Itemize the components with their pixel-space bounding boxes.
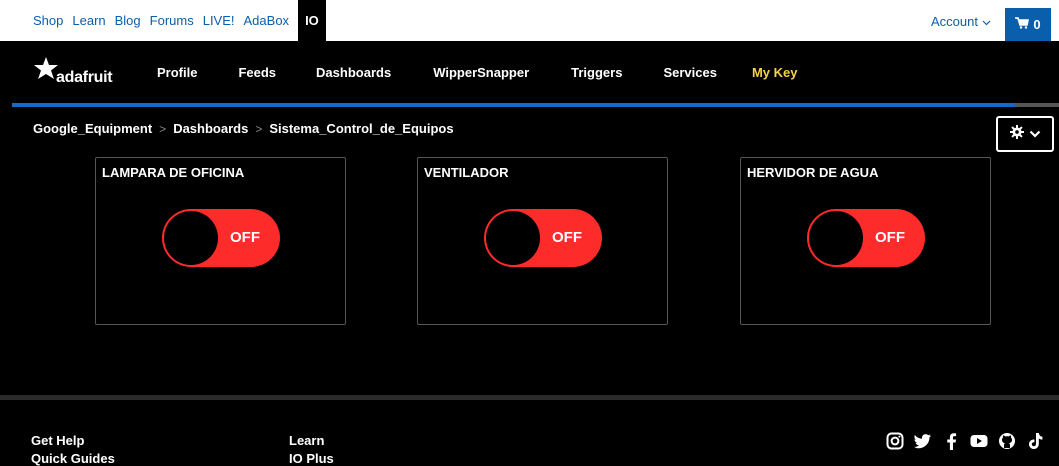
account-menu[interactable]: Account: [931, 0, 991, 41]
nav-underline: [12, 103, 1059, 107]
toggle-block: LAMPARA DE OFICINA OFF: [95, 157, 346, 325]
gear-icon: [1009, 124, 1024, 144]
nav-item-wippersnapper[interactable]: WipperSnapper: [433, 65, 529, 80]
chevron-down-icon: [1029, 125, 1041, 143]
top-link-io[interactable]: IO: [298, 0, 326, 41]
dashboard-settings-button[interactable]: [996, 116, 1054, 152]
main-nav: adafruit Profile Feeds Dashboards Wipper…: [0, 41, 1059, 104]
footer-link-io-plus[interactable]: IO Plus: [289, 451, 334, 466]
block-title: VENTILADOR: [424, 165, 509, 180]
footer-divider: [0, 395, 1059, 400]
toggle-block: VENTILADOR OFF: [417, 157, 668, 325]
facebook-icon[interactable]: [942, 432, 960, 450]
account-label: Account: [931, 14, 978, 29]
top-link-live[interactable]: LIVE!: [203, 13, 235, 28]
toggle-knob: [486, 211, 540, 265]
toggle-knob: [164, 211, 218, 265]
top-link-forums[interactable]: Forums: [150, 13, 194, 28]
breadcrumb: Google_Equipment > Dashboards > Sistema_…: [33, 121, 454, 136]
nav-item-my-key[interactable]: My Key: [752, 65, 798, 80]
cart-count: 0: [1033, 17, 1041, 32]
nav-item-triggers[interactable]: Triggers: [571, 65, 622, 80]
toggle-switch[interactable]: OFF: [162, 209, 280, 267]
cart-button[interactable]: 0: [1005, 8, 1051, 41]
nav-item-dashboards[interactable]: Dashboards: [316, 65, 391, 80]
chevron-right-icon: >: [255, 121, 263, 136]
toggle-block: HERVIDOR DE AGUA OFF: [740, 157, 991, 325]
chevron-right-icon: >: [159, 121, 167, 136]
chevron-down-icon: [982, 14, 991, 29]
top-link-learn[interactable]: Learn: [72, 13, 105, 28]
nav-item-services[interactable]: Services: [663, 65, 717, 80]
breadcrumb-item-dashboards[interactable]: Dashboards: [173, 121, 248, 136]
github-icon[interactable]: [998, 432, 1016, 450]
top-link-adabox[interactable]: AdaBox: [244, 13, 290, 28]
twitter-icon[interactable]: [914, 432, 932, 450]
breadcrumb-item-current: Sistema_Control_de_Equipos: [269, 121, 454, 136]
footer-link-learn[interactable]: Learn: [289, 433, 324, 448]
nav-item-profile[interactable]: Profile: [157, 65, 197, 80]
toggle-state: OFF: [552, 229, 582, 246]
toggle-knob: [809, 211, 863, 265]
footer-link-get-help[interactable]: Get Help: [31, 433, 84, 448]
footer-link-quick-guides[interactable]: Quick Guides: [31, 451, 115, 466]
toggle-switch[interactable]: OFF: [484, 209, 602, 267]
youtube-icon[interactable]: [970, 432, 988, 450]
cart-icon: [1015, 17, 1030, 32]
block-title: HERVIDOR DE AGUA: [747, 165, 879, 180]
top-link-shop[interactable]: Shop: [33, 13, 63, 28]
nav-item-feeds[interactable]: Feeds: [238, 65, 276, 80]
nav-underline-end: [1015, 103, 1059, 107]
instagram-icon[interactable]: [886, 432, 904, 450]
breadcrumb-item-owner[interactable]: Google_Equipment: [33, 121, 152, 136]
toggle-switch[interactable]: OFF: [807, 209, 925, 267]
top-link-blog[interactable]: Blog: [115, 13, 141, 28]
adafruit-logo[interactable]: adafruit: [32, 56, 113, 87]
toggle-state: OFF: [230, 229, 260, 246]
block-title: LAMPARA DE OFICINA: [102, 165, 245, 180]
top-links: Shop Learn Blog Forums LIVE! AdaBox IO: [33, 0, 326, 41]
top-bar: Shop Learn Blog Forums LIVE! AdaBox IO A…: [0, 0, 1059, 41]
toggle-state: OFF: [875, 229, 905, 246]
nav-links: Profile Feeds Dashboards WipperSnapper T…: [157, 41, 797, 104]
tiktok-icon[interactable]: [1026, 432, 1044, 450]
social-links: [886, 432, 1044, 450]
logo-text: adafruit: [56, 69, 113, 86]
